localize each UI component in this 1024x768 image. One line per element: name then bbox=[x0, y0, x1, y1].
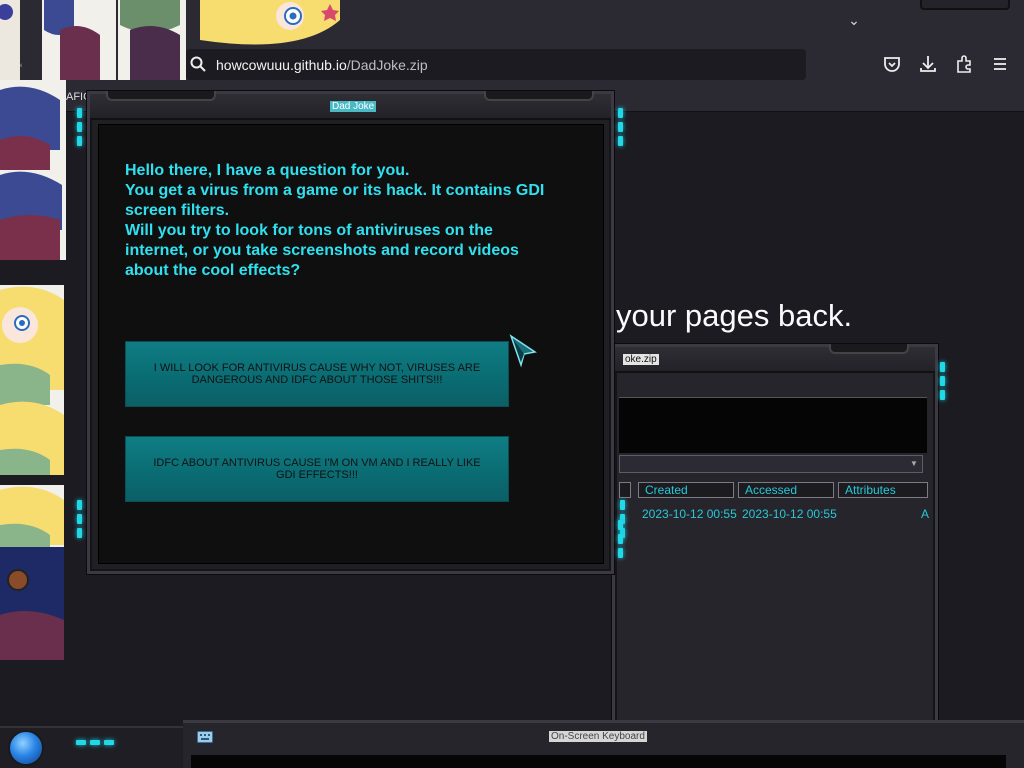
neon-strip bbox=[940, 362, 946, 400]
column-header-attributes[interactable]: Attributes bbox=[838, 482, 928, 498]
choice-gdi-effects-button[interactable]: IDFC ABOUT ANTIVIRUS CAUSE I'M ON VM AND… bbox=[125, 436, 509, 502]
file-window-path-area bbox=[619, 397, 927, 453]
on-screen-keyboard-window[interactable]: On-Screen Keyboard bbox=[183, 720, 1024, 768]
keyboard-key-area[interactable] bbox=[191, 755, 1006, 768]
choice-gdi-effects-label: IDFC ABOUT ANTIVIRUS CAUSE I'M ON VM AND… bbox=[153, 457, 481, 481]
neon-strip bbox=[618, 108, 624, 146]
sticker-strip-left-3 bbox=[0, 485, 64, 660]
column-header-accessed[interactable]: Accessed bbox=[738, 482, 834, 498]
sticker-star-head bbox=[200, 0, 340, 45]
neon-strip bbox=[76, 740, 136, 745]
column-header-created[interactable]: Created bbox=[638, 482, 734, 498]
page-headline: your pages back. bbox=[616, 298, 853, 333]
frame-tab bbox=[106, 91, 216, 101]
keyboard-window-title: On-Screen Keyboard bbox=[549, 731, 647, 742]
dialog-window[interactable]: Dad Joke Hello there, I have a question … bbox=[87, 91, 614, 574]
neon-strip bbox=[77, 108, 83, 146]
column-header-name[interactable] bbox=[619, 482, 631, 498]
cell-attributes[interactable]: A bbox=[921, 507, 929, 521]
file-window-title-bar[interactable] bbox=[615, 344, 935, 373]
choice-antivirus-label: I WILL LOOK FOR ANTIVIRUS CAUSE WHY NOT,… bbox=[153, 362, 481, 386]
url-path: /DadJoke.zip bbox=[346, 57, 428, 73]
choice-antivirus-button[interactable]: I WILL LOOK FOR ANTIVIRUS CAUSE WHY NOT,… bbox=[125, 341, 509, 407]
sticker-strip-left-1 bbox=[0, 80, 66, 260]
cursor-icon bbox=[509, 334, 537, 368]
chevron-down-icon[interactable]: ▼ bbox=[908, 458, 920, 470]
start-orb-icon[interactable] bbox=[8, 730, 44, 766]
chevron-down-icon[interactable]: ⌄ bbox=[844, 10, 864, 30]
file-window[interactable]: oke.zip ▼ Created Accessed Attributes 20… bbox=[612, 344, 938, 730]
frame-tab bbox=[484, 91, 594, 101]
screen: ⌄ ← → ↻ howcowuuu.github.io/DadJoke.zip … bbox=[0, 0, 1024, 768]
pocket-icon[interactable] bbox=[882, 54, 902, 74]
sticker-strip-left-2 bbox=[0, 285, 64, 475]
neon-strip bbox=[618, 520, 624, 558]
cell-created[interactable]: 2023-10-12 00:55 bbox=[642, 507, 737, 521]
frame-tab bbox=[829, 344, 909, 354]
menu-icon[interactable] bbox=[990, 54, 1010, 74]
file-window-title: oke.zip bbox=[623, 354, 659, 365]
url-text[interactable]: howcowuuu.github.io/DadJoke.zip bbox=[216, 57, 428, 73]
keyboard-icon bbox=[197, 731, 213, 743]
dialog-title: Dad Joke bbox=[330, 101, 377, 112]
cell-accessed[interactable]: 2023-10-12 00:55 bbox=[742, 507, 837, 521]
frame-notch bbox=[920, 0, 1010, 10]
dialog-question: Hello there, I have a question for you. … bbox=[125, 162, 545, 279]
neon-strip bbox=[77, 500, 83, 538]
file-window-combo[interactable]: ▼ bbox=[619, 455, 923, 473]
url-domain: howcowuuu.github.io bbox=[216, 57, 347, 73]
extensions-icon[interactable] bbox=[954, 54, 974, 74]
download-icon[interactable] bbox=[918, 54, 938, 74]
